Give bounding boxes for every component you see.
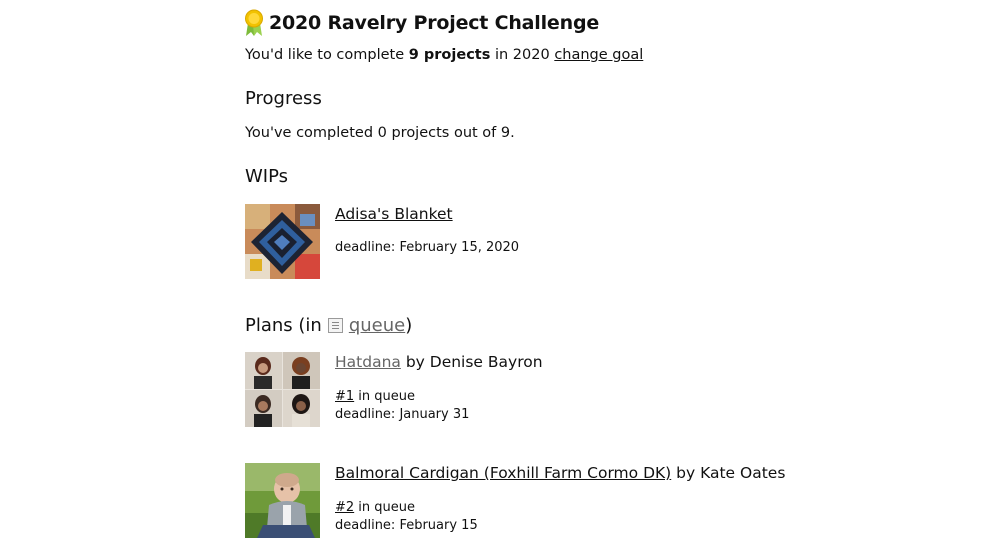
medal-icon xyxy=(243,9,265,37)
plan-deadline: deadline: February 15 xyxy=(335,518,478,533)
plan-title-link[interactable]: Hatdana xyxy=(335,353,401,371)
progress-heading: Progress xyxy=(245,88,322,109)
plan-title: Balmoral Cardigan (Foxhill Farm Cormo DK… xyxy=(335,464,785,482)
queue-link[interactable]: queue xyxy=(349,315,405,336)
page-title: 2020 Ravelry Project Challenge xyxy=(269,12,600,34)
queue-position-link[interactable]: #2 xyxy=(335,500,354,515)
goal-prefix: You'd like to complete xyxy=(245,47,409,63)
goal-suffix: in 2020 xyxy=(490,47,555,63)
plan-item: Hatdana by Denise Bayron #1 in queue dea… xyxy=(245,352,945,427)
plan-thumbnail[interactable] xyxy=(245,463,320,538)
wip-deadline: deadline: February 15, 2020 xyxy=(335,240,520,255)
plans-heading-text: Plans (in xyxy=(245,315,322,336)
plan-thumbnail[interactable] xyxy=(245,352,320,427)
progress-text: You've completed 0 projects out of 9. xyxy=(245,125,515,141)
goal-statement: You'd like to complete 9 projects in 202… xyxy=(245,47,643,63)
queue-position-text: in queue xyxy=(354,500,416,515)
plan-title-link[interactable]: Balmoral Cardigan (Foxhill Farm Cormo DK… xyxy=(335,464,671,482)
goal-count: 9 projects xyxy=(408,47,491,63)
plan-queue-position: #2 in queue xyxy=(335,500,415,515)
plan-title: Hatdana by Denise Bayron xyxy=(335,353,543,371)
wip-title-link[interactable]: Adisa's Blanket xyxy=(335,205,453,223)
plan-item: Balmoral Cardigan (Foxhill Farm Cormo DK… xyxy=(245,463,945,538)
queue-position-text: in queue xyxy=(354,389,416,404)
queue-position-link[interactable]: #1 xyxy=(335,389,354,404)
plan-deadline: deadline: January 31 xyxy=(335,407,470,422)
wip-thumbnail[interactable] xyxy=(245,204,320,279)
queue-list-icon xyxy=(327,318,343,333)
plans-heading-close: ) xyxy=(405,315,413,336)
wip-item: Adisa's Blanket deadline: February 15, 2… xyxy=(245,204,945,279)
plans-heading: Plans (in queue) xyxy=(245,315,412,336)
plan-queue-position: #1 in queue xyxy=(335,389,415,404)
page-header: 2020 Ravelry Project Challenge xyxy=(243,9,599,37)
plan-designer: by Kate Oates xyxy=(671,464,786,482)
plan-designer: by Denise Bayron xyxy=(400,353,543,371)
change-goal-link[interactable]: change goal xyxy=(554,47,643,63)
wips-heading: WIPs xyxy=(245,166,289,187)
